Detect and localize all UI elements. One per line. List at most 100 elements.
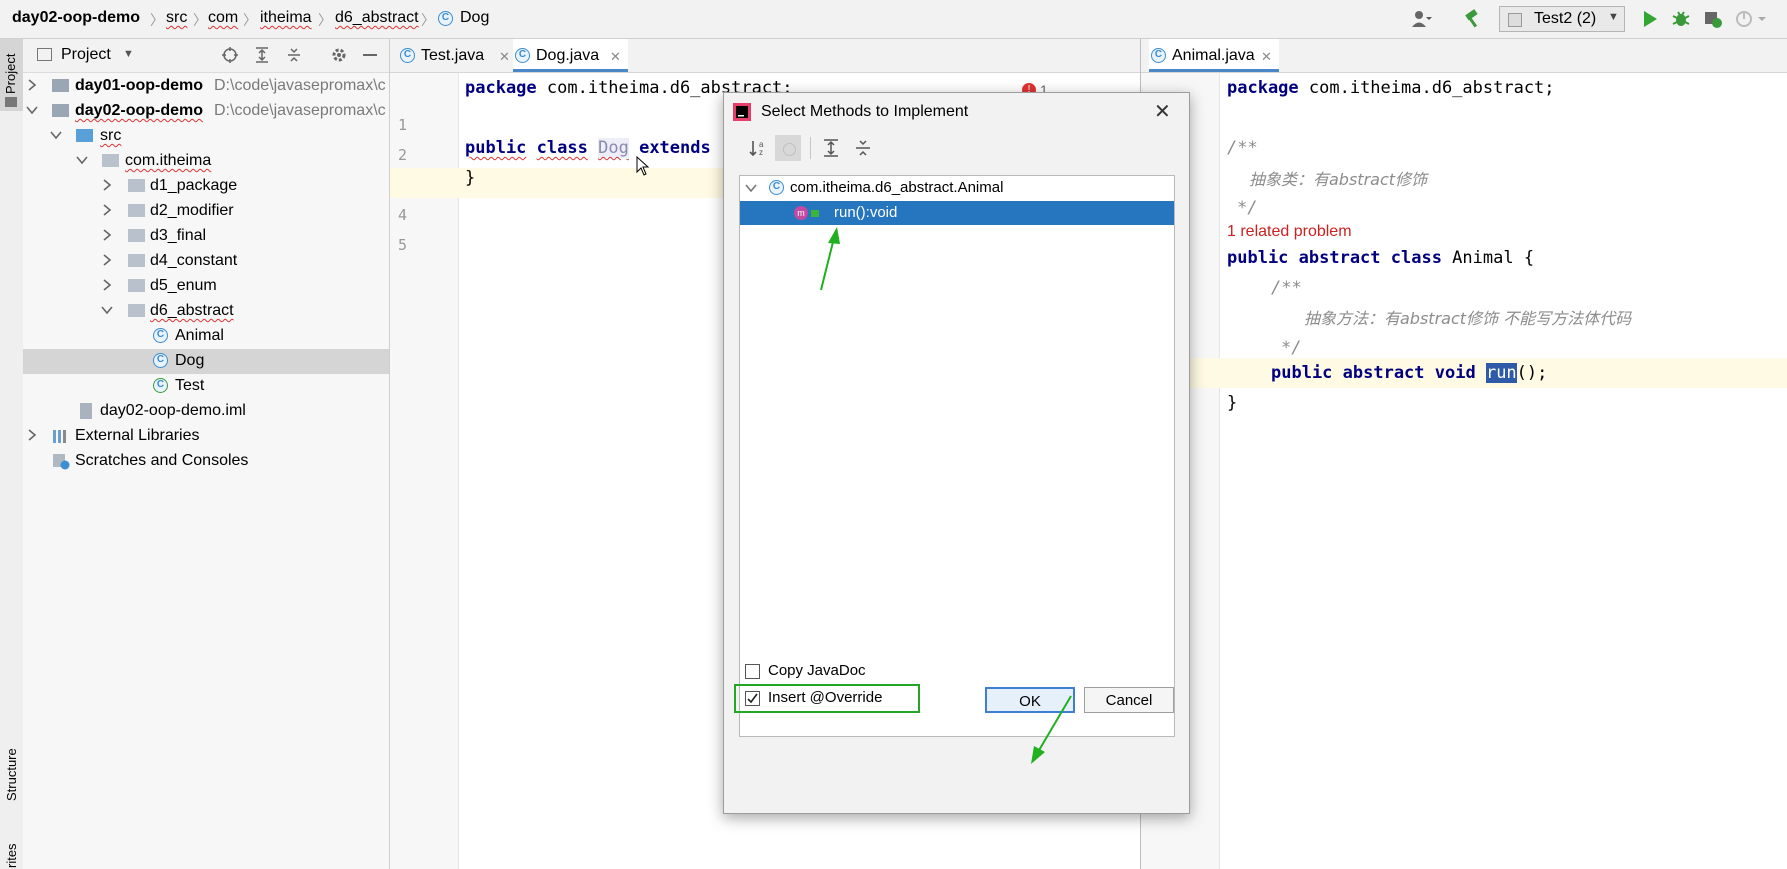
tree-item-d2-modifier[interactable]: d2_modifier xyxy=(23,199,389,224)
breadcrumb-dog[interactable]: Dog xyxy=(460,9,489,27)
package-folder-icon xyxy=(128,279,145,292)
chevron-right-icon[interactable] xyxy=(100,178,114,192)
tree-node-run-method[interactable]: m run():void xyxy=(740,201,1174,225)
run-icon[interactable] xyxy=(1639,8,1661,30)
svg-text:z: z xyxy=(759,148,763,157)
chevron-down-icon[interactable] xyxy=(25,103,39,117)
code-line-3[interactable]: public class Dog extends xyxy=(465,138,711,158)
chevron-down-icon[interactable] xyxy=(75,153,89,167)
tree-item-external-libraries[interactable]: External Libraries xyxy=(23,424,389,449)
gear-icon[interactable] xyxy=(330,46,348,64)
tree-item-d1-package[interactable]: d1_package xyxy=(23,174,389,199)
runnable-class-icon: C xyxy=(153,378,168,393)
tab-animal-java[interactable]: C Animal.java ✕ xyxy=(1149,39,1279,72)
ok-button[interactable]: OK xyxy=(985,687,1075,713)
tree-item-animal[interactable]: C Animal xyxy=(23,324,389,349)
chevron-right-icon[interactable] xyxy=(100,228,114,242)
tree-item-iml-file[interactable]: day02-oop-demo.iml xyxy=(23,399,389,424)
method-name: run xyxy=(1485,363,1517,383)
favorites-tool-tab[interactable]: rites xyxy=(0,834,23,869)
tree-node-label: com.itheima.d6_abstract.Animal xyxy=(790,179,1004,196)
structure-tool-tab[interactable]: Structure xyxy=(0,729,23,809)
copy-javadoc-checkbox[interactable]: Copy JavaDoc xyxy=(741,662,901,682)
tree-item-com-itheima[interactable]: com.itheima xyxy=(23,149,389,174)
class-name: Dog xyxy=(598,138,629,158)
methods-tree[interactable]: C com.itheima.d6_abstract.Animal m run()… xyxy=(739,175,1175,737)
chevron-down-icon[interactable] xyxy=(744,181,758,195)
close-icon[interactable]: ✕ xyxy=(499,49,510,65)
breadcrumb-d6-abstract[interactable]: d6_abstract xyxy=(335,9,419,27)
doc-comment-text: 抽象方法：有abstract修饰 不能写方法体代码 xyxy=(1304,309,1632,328)
collapse-all-icon[interactable] xyxy=(285,46,303,64)
tree-item-d5-enum[interactable]: d5_enum xyxy=(23,274,389,299)
breadcrumb-itheima[interactable]: itheima xyxy=(260,9,312,27)
project-tool-tab[interactable]: Project xyxy=(0,39,23,111)
hide-panel-icon[interactable] xyxy=(361,46,379,64)
tab-test-java[interactable]: C Test.java ✕ xyxy=(398,39,510,72)
tree-item-label: com.itheima xyxy=(125,152,212,169)
breadcrumb-project[interactable]: day02-oop-demo xyxy=(12,9,140,27)
tree-item-label: Animal xyxy=(175,327,224,344)
coverage-icon[interactable] xyxy=(1702,8,1724,30)
code-close-brace[interactable]: } xyxy=(1227,393,1237,413)
profiler-icon[interactable] xyxy=(1734,8,1768,30)
package-folder-icon xyxy=(128,204,145,217)
related-problem-hint[interactable]: 1 related problem xyxy=(1227,223,1352,241)
project-panel-title[interactable]: Project xyxy=(61,46,111,64)
intellij-logo-icon xyxy=(733,103,751,121)
tree-item-scratches[interactable]: Scratches and Consoles xyxy=(23,449,389,474)
code-method-declaration[interactable]: public abstract void run(); xyxy=(1271,363,1547,383)
toolbar-divider xyxy=(810,137,811,159)
tree-item-label: d1_package xyxy=(150,177,238,194)
expand-all-icon[interactable] xyxy=(253,46,271,64)
tree-item-day01-oop-demo[interactable]: day01-oop-demo D:\code\javasepromax\c xyxy=(23,74,389,99)
build-hammer-icon[interactable] xyxy=(1462,8,1484,30)
module-folder-icon xyxy=(52,104,69,117)
checkbox-box[interactable] xyxy=(745,664,760,679)
tree-item-test[interactable]: C Test xyxy=(23,374,389,399)
chevron-right-icon[interactable] xyxy=(25,78,39,92)
run-configuration-select[interactable]: Test2 (2) ▼ xyxy=(1499,6,1625,32)
tree-item-d4-constant[interactable]: d4_constant xyxy=(23,249,389,274)
editor-tab-bar: C Animal.java ✕ xyxy=(1141,39,1787,73)
tree-item-d3-final[interactable]: d3_final xyxy=(23,224,389,249)
tree-item-day02-oop-demo[interactable]: day02-oop-demo D:\code\javasepromax\c xyxy=(23,99,389,124)
close-icon[interactable]: ✕ xyxy=(1261,49,1272,65)
mouse-cursor-icon xyxy=(636,156,650,176)
insert-override-checkbox[interactable]: Insert @Override xyxy=(741,689,911,709)
close-icon[interactable]: ✕ xyxy=(1154,99,1171,124)
doc-comment-close: */ xyxy=(1281,338,1302,358)
tree-item-dog[interactable]: C Dog xyxy=(23,349,389,374)
debug-icon[interactable] xyxy=(1670,8,1692,30)
tab-dog-java[interactable]: C Dog.java ✕ xyxy=(513,39,628,72)
chevron-right-icon[interactable] xyxy=(100,203,114,217)
tree-item-path: D:\code\javasepromax\c xyxy=(214,77,386,94)
code-class-declaration[interactable]: public abstract class Animal { xyxy=(1227,248,1534,268)
expand-all-icon[interactable] xyxy=(821,138,841,158)
locate-icon[interactable] xyxy=(221,46,239,64)
tree-item-src[interactable]: src xyxy=(23,124,389,149)
line-number: 4 xyxy=(398,206,408,224)
chevron-right-icon[interactable] xyxy=(25,428,39,442)
user-icon[interactable] xyxy=(1410,8,1432,30)
chevron-right-icon[interactable] xyxy=(100,253,114,267)
code-line-1[interactable]: package com.itheima.d6_abstract; xyxy=(1227,78,1555,98)
structure-tool-label: Structure xyxy=(4,748,19,801)
breadcrumb-com[interactable]: com xyxy=(208,9,238,27)
code-line-4[interactable]: } xyxy=(465,168,475,188)
chevron-right-icon[interactable] xyxy=(100,278,114,292)
collapse-all-icon[interactable] xyxy=(853,138,873,158)
breadcrumb-src[interactable]: src xyxy=(166,9,187,27)
breadcrumb-separator: 〉 xyxy=(193,12,207,28)
chevron-down-icon[interactable] xyxy=(49,128,63,142)
tree-item-d6-abstract[interactable]: d6_abstract xyxy=(23,299,389,324)
sort-alphabetically-icon[interactable]: az xyxy=(748,138,768,158)
cancel-button[interactable]: Cancel xyxy=(1084,687,1174,713)
tree-node-animal[interactable]: C com.itheima.d6_abstract.Animal xyxy=(740,176,1174,200)
close-icon[interactable]: ✕ xyxy=(610,49,621,65)
project-tool-label: Project xyxy=(3,53,18,94)
project-panel: Project ▼ day01-oop-demo D:\code\javasep… xyxy=(23,39,390,869)
editor-tab-bar: C Test.java ✕ C Dog.java ✕ xyxy=(390,39,1140,73)
chevron-down-icon[interactable]: ▼ xyxy=(123,48,134,60)
chevron-down-icon[interactable] xyxy=(100,303,114,317)
